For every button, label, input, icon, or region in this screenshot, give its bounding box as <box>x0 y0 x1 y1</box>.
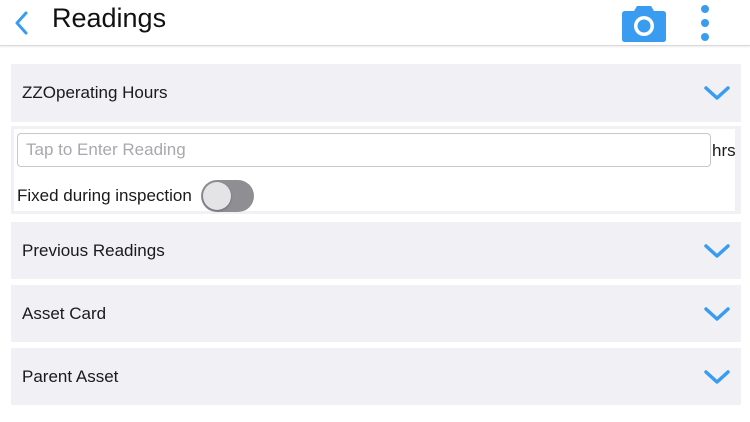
chevron-down-icon <box>704 369 730 384</box>
back-button[interactable] <box>8 8 34 38</box>
section-asset-card: Asset Card <box>11 285 741 342</box>
header-bar: Readings <box>0 0 750 46</box>
more-vertical-icon <box>701 5 709 13</box>
section-label: Previous Readings <box>22 240 165 260</box>
section-previous-readings: Previous Readings <box>11 222 741 279</box>
more-vertical-icon-dot <box>701 33 709 41</box>
unit-label: hrs <box>712 141 736 160</box>
section-label: Asset Card <box>22 303 107 323</box>
readings-screen: Readings ZZOperating Hours hrs Fi <box>0 0 750 422</box>
section-label: ZZOperating Hours <box>22 83 168 102</box>
section-operating-hours-toggle[interactable]: ZZOperating Hours <box>11 64 741 122</box>
section-previous-readings-toggle[interactable]: Previous Readings <box>11 222 741 279</box>
page-title: Readings <box>52 3 167 33</box>
section-parent-asset-toggle[interactable]: Parent Asset <box>11 348 741 405</box>
section-asset-card-toggle[interactable]: Asset Card <box>11 285 741 342</box>
fixed-during-inspection-label: Fixed during inspection <box>17 186 192 205</box>
fixed-during-inspection-toggle[interactable] <box>201 180 254 212</box>
section-operating-hours: ZZOperating Hours <box>11 64 741 122</box>
chevron-left-icon <box>15 11 28 35</box>
section-parent-asset: Parent Asset <box>11 348 741 405</box>
camera-button[interactable] <box>620 3 668 43</box>
more-vertical-icon-dot <box>701 19 709 27</box>
chevron-down-icon <box>704 306 730 321</box>
toggle-knob <box>203 182 231 210</box>
reading-panel: hrs Fixed during inspection <box>11 126 741 214</box>
more-menu-button[interactable] <box>694 4 716 42</box>
reading-panel-body: hrs Fixed during inspection <box>14 129 736 212</box>
section-label: Parent Asset <box>22 366 119 386</box>
camera-icon <box>622 6 666 42</box>
reading-input[interactable] <box>17 133 711 167</box>
chevron-down-icon <box>704 243 730 258</box>
chevron-down-icon <box>704 86 730 100</box>
